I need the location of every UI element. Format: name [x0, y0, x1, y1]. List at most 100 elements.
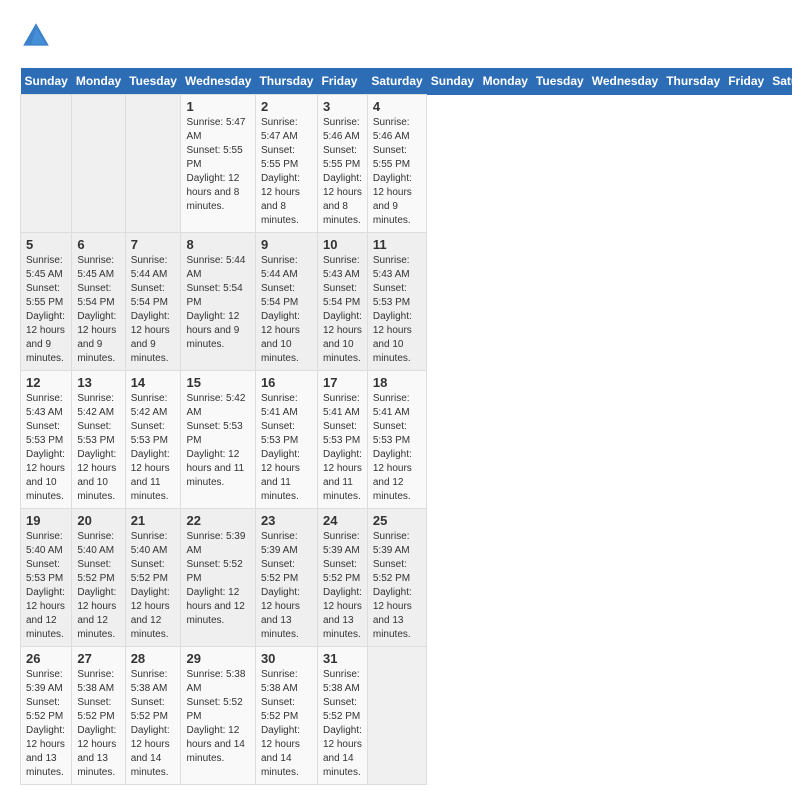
day-number: 15	[186, 375, 249, 390]
logo	[20, 20, 56, 52]
day-info: Sunrise: 5:41 AMSunset: 5:53 PMDaylight:…	[323, 392, 362, 504]
day-info: Sunrise: 5:43 AMSunset: 5:54 PMDaylight:…	[323, 254, 362, 366]
calendar-cell: 22 Sunrise: 5:39 AMSunset: 5:52 PMDaylig…	[181, 509, 255, 647]
calendar-cell: 25 Sunrise: 5:39 AMSunset: 5:52 PMDaylig…	[367, 509, 426, 647]
page-header	[20, 20, 772, 52]
day-info: Sunrise: 5:42 AMSunset: 5:53 PMDaylight:…	[77, 392, 119, 504]
day-number: 8	[186, 237, 249, 252]
day-number: 21	[131, 513, 176, 528]
calendar-cell: 23 Sunrise: 5:39 AMSunset: 5:52 PMDaylig…	[255, 509, 317, 647]
day-number: 6	[77, 237, 119, 252]
day-number: 19	[26, 513, 66, 528]
calendar-cell: 13 Sunrise: 5:42 AMSunset: 5:53 PMDaylig…	[72, 371, 125, 509]
calendar-week-row: 5 Sunrise: 5:45 AMSunset: 5:55 PMDayligh…	[21, 233, 792, 371]
day-info: Sunrise: 5:38 AMSunset: 5:52 PMDaylight:…	[323, 668, 362, 780]
day-info: Sunrise: 5:43 AMSunset: 5:53 PMDaylight:…	[26, 392, 66, 504]
day-info: Sunrise: 5:41 AMSunset: 5:53 PMDaylight:…	[373, 392, 421, 504]
calendar-week-row: 26 Sunrise: 5:39 AMSunset: 5:52 PMDaylig…	[21, 647, 792, 785]
day-info: Sunrise: 5:43 AMSunset: 5:53 PMDaylight:…	[373, 254, 421, 366]
day-info: Sunrise: 5:46 AMSunset: 5:55 PMDaylight:…	[323, 116, 362, 228]
calendar-week-row: 19 Sunrise: 5:40 AMSunset: 5:53 PMDaylig…	[21, 509, 792, 647]
day-header-tuesday: Tuesday	[125, 68, 181, 95]
day-number: 29	[186, 651, 249, 666]
calendar-cell: 3 Sunrise: 5:46 AMSunset: 5:55 PMDayligh…	[317, 95, 367, 233]
day-number: 23	[261, 513, 312, 528]
calendar-cell: 6 Sunrise: 5:45 AMSunset: 5:54 PMDayligh…	[72, 233, 125, 371]
day-number: 26	[26, 651, 66, 666]
calendar-week-row: 1 Sunrise: 5:47 AMSunset: 5:55 PMDayligh…	[21, 95, 792, 233]
day-number: 16	[261, 375, 312, 390]
day-info: Sunrise: 5:47 AMSunset: 5:55 PMDaylight:…	[186, 116, 249, 214]
day-header-sunday: Sunday	[21, 68, 72, 95]
day-info: Sunrise: 5:45 AMSunset: 5:54 PMDaylight:…	[77, 254, 119, 366]
calendar-table: SundayMondayTuesdayWednesdayThursdayFrid…	[20, 68, 792, 785]
day-number: 20	[77, 513, 119, 528]
calendar-cell	[21, 95, 72, 233]
day-header-thursday: Thursday	[255, 68, 317, 95]
day-info: Sunrise: 5:42 AMSunset: 5:53 PMDaylight:…	[131, 392, 176, 504]
day-header-friday: Friday	[317, 68, 367, 95]
day-header-saturday: Saturday	[768, 68, 792, 95]
calendar-cell	[72, 95, 125, 233]
calendar-cell: 10 Sunrise: 5:43 AMSunset: 5:54 PMDaylig…	[317, 233, 367, 371]
day-info: Sunrise: 5:39 AMSunset: 5:52 PMDaylight:…	[26, 668, 66, 780]
day-number: 14	[131, 375, 176, 390]
day-info: Sunrise: 5:39 AMSunset: 5:52 PMDaylight:…	[261, 530, 312, 642]
day-info: Sunrise: 5:38 AMSunset: 5:52 PMDaylight:…	[186, 668, 249, 766]
calendar-cell: 7 Sunrise: 5:44 AMSunset: 5:54 PMDayligh…	[125, 233, 181, 371]
calendar-cell: 29 Sunrise: 5:38 AMSunset: 5:52 PMDaylig…	[181, 647, 255, 785]
day-info: Sunrise: 5:39 AMSunset: 5:52 PMDaylight:…	[323, 530, 362, 642]
logo-icon	[20, 20, 52, 52]
day-number: 18	[373, 375, 421, 390]
calendar-cell	[367, 647, 426, 785]
calendar-cell: 8 Sunrise: 5:44 AMSunset: 5:54 PMDayligh…	[181, 233, 255, 371]
day-info: Sunrise: 5:44 AMSunset: 5:54 PMDaylight:…	[131, 254, 176, 366]
day-number: 24	[323, 513, 362, 528]
day-info: Sunrise: 5:39 AMSunset: 5:52 PMDaylight:…	[186, 530, 249, 628]
calendar-cell: 27 Sunrise: 5:38 AMSunset: 5:52 PMDaylig…	[72, 647, 125, 785]
calendar-cell: 12 Sunrise: 5:43 AMSunset: 5:53 PMDaylig…	[21, 371, 72, 509]
day-info: Sunrise: 5:38 AMSunset: 5:52 PMDaylight:…	[131, 668, 176, 780]
day-info: Sunrise: 5:42 AMSunset: 5:53 PMDaylight:…	[186, 392, 249, 490]
day-number: 17	[323, 375, 362, 390]
day-header-saturday: Saturday	[367, 68, 426, 95]
day-number: 12	[26, 375, 66, 390]
calendar-cell: 15 Sunrise: 5:42 AMSunset: 5:53 PMDaylig…	[181, 371, 255, 509]
calendar-cell: 2 Sunrise: 5:47 AMSunset: 5:55 PMDayligh…	[255, 95, 317, 233]
day-number: 5	[26, 237, 66, 252]
day-number: 9	[261, 237, 312, 252]
day-number: 30	[261, 651, 312, 666]
day-number: 28	[131, 651, 176, 666]
day-number: 4	[373, 99, 421, 114]
calendar-cell: 26 Sunrise: 5:39 AMSunset: 5:52 PMDaylig…	[21, 647, 72, 785]
day-number: 13	[77, 375, 119, 390]
day-info: Sunrise: 5:47 AMSunset: 5:55 PMDaylight:…	[261, 116, 312, 228]
calendar-cell: 16 Sunrise: 5:41 AMSunset: 5:53 PMDaylig…	[255, 371, 317, 509]
day-info: Sunrise: 5:40 AMSunset: 5:52 PMDaylight:…	[131, 530, 176, 642]
calendar-cell	[125, 95, 181, 233]
day-number: 27	[77, 651, 119, 666]
day-number: 22	[186, 513, 249, 528]
day-header-sunday: Sunday	[427, 68, 479, 95]
calendar-cell: 31 Sunrise: 5:38 AMSunset: 5:52 PMDaylig…	[317, 647, 367, 785]
calendar-cell: 30 Sunrise: 5:38 AMSunset: 5:52 PMDaylig…	[255, 647, 317, 785]
calendar-cell: 1 Sunrise: 5:47 AMSunset: 5:55 PMDayligh…	[181, 95, 255, 233]
day-info: Sunrise: 5:40 AMSunset: 5:52 PMDaylight:…	[77, 530, 119, 642]
calendar-cell: 5 Sunrise: 5:45 AMSunset: 5:55 PMDayligh…	[21, 233, 72, 371]
calendar-cell: 9 Sunrise: 5:44 AMSunset: 5:54 PMDayligh…	[255, 233, 317, 371]
day-header-wednesday: Wednesday	[588, 68, 662, 95]
day-info: Sunrise: 5:38 AMSunset: 5:52 PMDaylight:…	[261, 668, 312, 780]
day-header-monday: Monday	[72, 68, 125, 95]
day-number: 10	[323, 237, 362, 252]
day-header-wednesday: Wednesday	[181, 68, 255, 95]
calendar-cell: 21 Sunrise: 5:40 AMSunset: 5:52 PMDaylig…	[125, 509, 181, 647]
calendar-header-row: SundayMondayTuesdayWednesdayThursdayFrid…	[21, 68, 792, 95]
day-info: Sunrise: 5:41 AMSunset: 5:53 PMDaylight:…	[261, 392, 312, 504]
day-number: 11	[373, 237, 421, 252]
calendar-cell: 11 Sunrise: 5:43 AMSunset: 5:53 PMDaylig…	[367, 233, 426, 371]
day-number: 3	[323, 99, 362, 114]
calendar-cell: 24 Sunrise: 5:39 AMSunset: 5:52 PMDaylig…	[317, 509, 367, 647]
calendar-cell: 17 Sunrise: 5:41 AMSunset: 5:53 PMDaylig…	[317, 371, 367, 509]
calendar-cell: 20 Sunrise: 5:40 AMSunset: 5:52 PMDaylig…	[72, 509, 125, 647]
calendar-cell: 14 Sunrise: 5:42 AMSunset: 5:53 PMDaylig…	[125, 371, 181, 509]
